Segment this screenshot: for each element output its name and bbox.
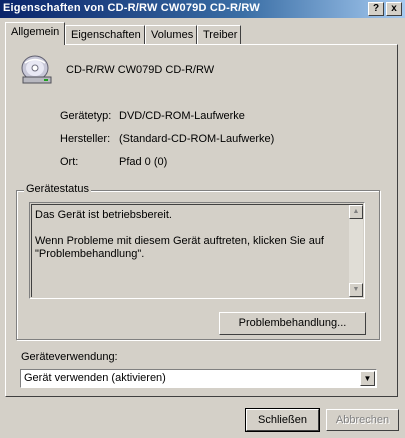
status-spacer (35, 222, 345, 235)
scroll-up-icon[interactable]: ▲ (349, 205, 363, 219)
manufacturer-label: Hersteller: (60, 133, 111, 145)
device-status-textbox[interactable]: Das Gerät ist betriebsbereit. Wenn Probl… (29, 202, 365, 299)
scroll-down-icon[interactable]: ▼ (349, 283, 363, 297)
tab-label: Eigenschaften (71, 29, 141, 41)
status-line-problems: Wenn Probleme mit diesem Gerät auftreten… (35, 235, 324, 260)
troubleshoot-button-label: Problembehandlung... (238, 317, 347, 329)
help-button[interactable]: ? (368, 2, 384, 16)
status-line-ready: Das Gerät ist betriebsbereit. (35, 209, 172, 221)
manufacturer-value: (Standard-CD-ROM-Laufwerke) (119, 133, 275, 145)
tab-label: Treiber (203, 29, 238, 41)
location-label: Ort: (60, 156, 79, 168)
close-button[interactable]: Schließen (245, 408, 320, 432)
status-scrollbar[interactable]: ▲ ▼ (349, 205, 363, 297)
device-type-value: DVD/CD-ROM-Laufwerke (119, 110, 245, 122)
chevron-down-icon[interactable]: ▼ (360, 371, 375, 386)
window-title: Eigenschaften von CD-R/RW CW079D CD-R/RW (3, 2, 260, 14)
tab-allgemein[interactable]: Allgemein (5, 22, 65, 45)
cancel-button-label: Abbrechen (335, 414, 390, 426)
tab-eigenschaften[interactable]: Eigenschaften (65, 25, 145, 45)
close-window-button[interactable]: x (386, 2, 402, 16)
status-text-area: Das Gerät ist betriebsbereit. Wenn Probl… (31, 204, 363, 297)
device-status-legend: Gerätestatus (24, 183, 91, 195)
cd-drive-icon (21, 55, 52, 84)
tab-label: Volumes (151, 29, 194, 41)
location-value: Pfad 0 (0) (119, 156, 168, 168)
troubleshoot-button[interactable]: Problembehandlung... (219, 312, 366, 335)
tab-volumes[interactable]: Volumes (145, 25, 197, 45)
tab-treiber[interactable]: Treiber (197, 25, 241, 45)
tab-label: Allgemein (11, 26, 60, 38)
status-text: Das Gerät ist betriebsbereit. Wenn Probl… (35, 209, 345, 261)
device-usage-value: Gerät verwenden (aktivieren) (24, 372, 166, 384)
device-name: CD-R/RW CW079D CD-R/RW (66, 64, 215, 76)
device-usage-select[interactable]: Gerät verwenden (aktivieren) ▼ (20, 369, 377, 388)
cancel-button[interactable]: Abbrechen (326, 409, 399, 431)
title-bar: Eigenschaften von CD-R/RW CW079D CD-R/RW… (0, 0, 405, 18)
device-usage-label: Geräteverwendung: (21, 351, 118, 363)
device-type-label: Gerätetyp: (60, 110, 112, 122)
close-button-label: Schließen (258, 414, 307, 426)
